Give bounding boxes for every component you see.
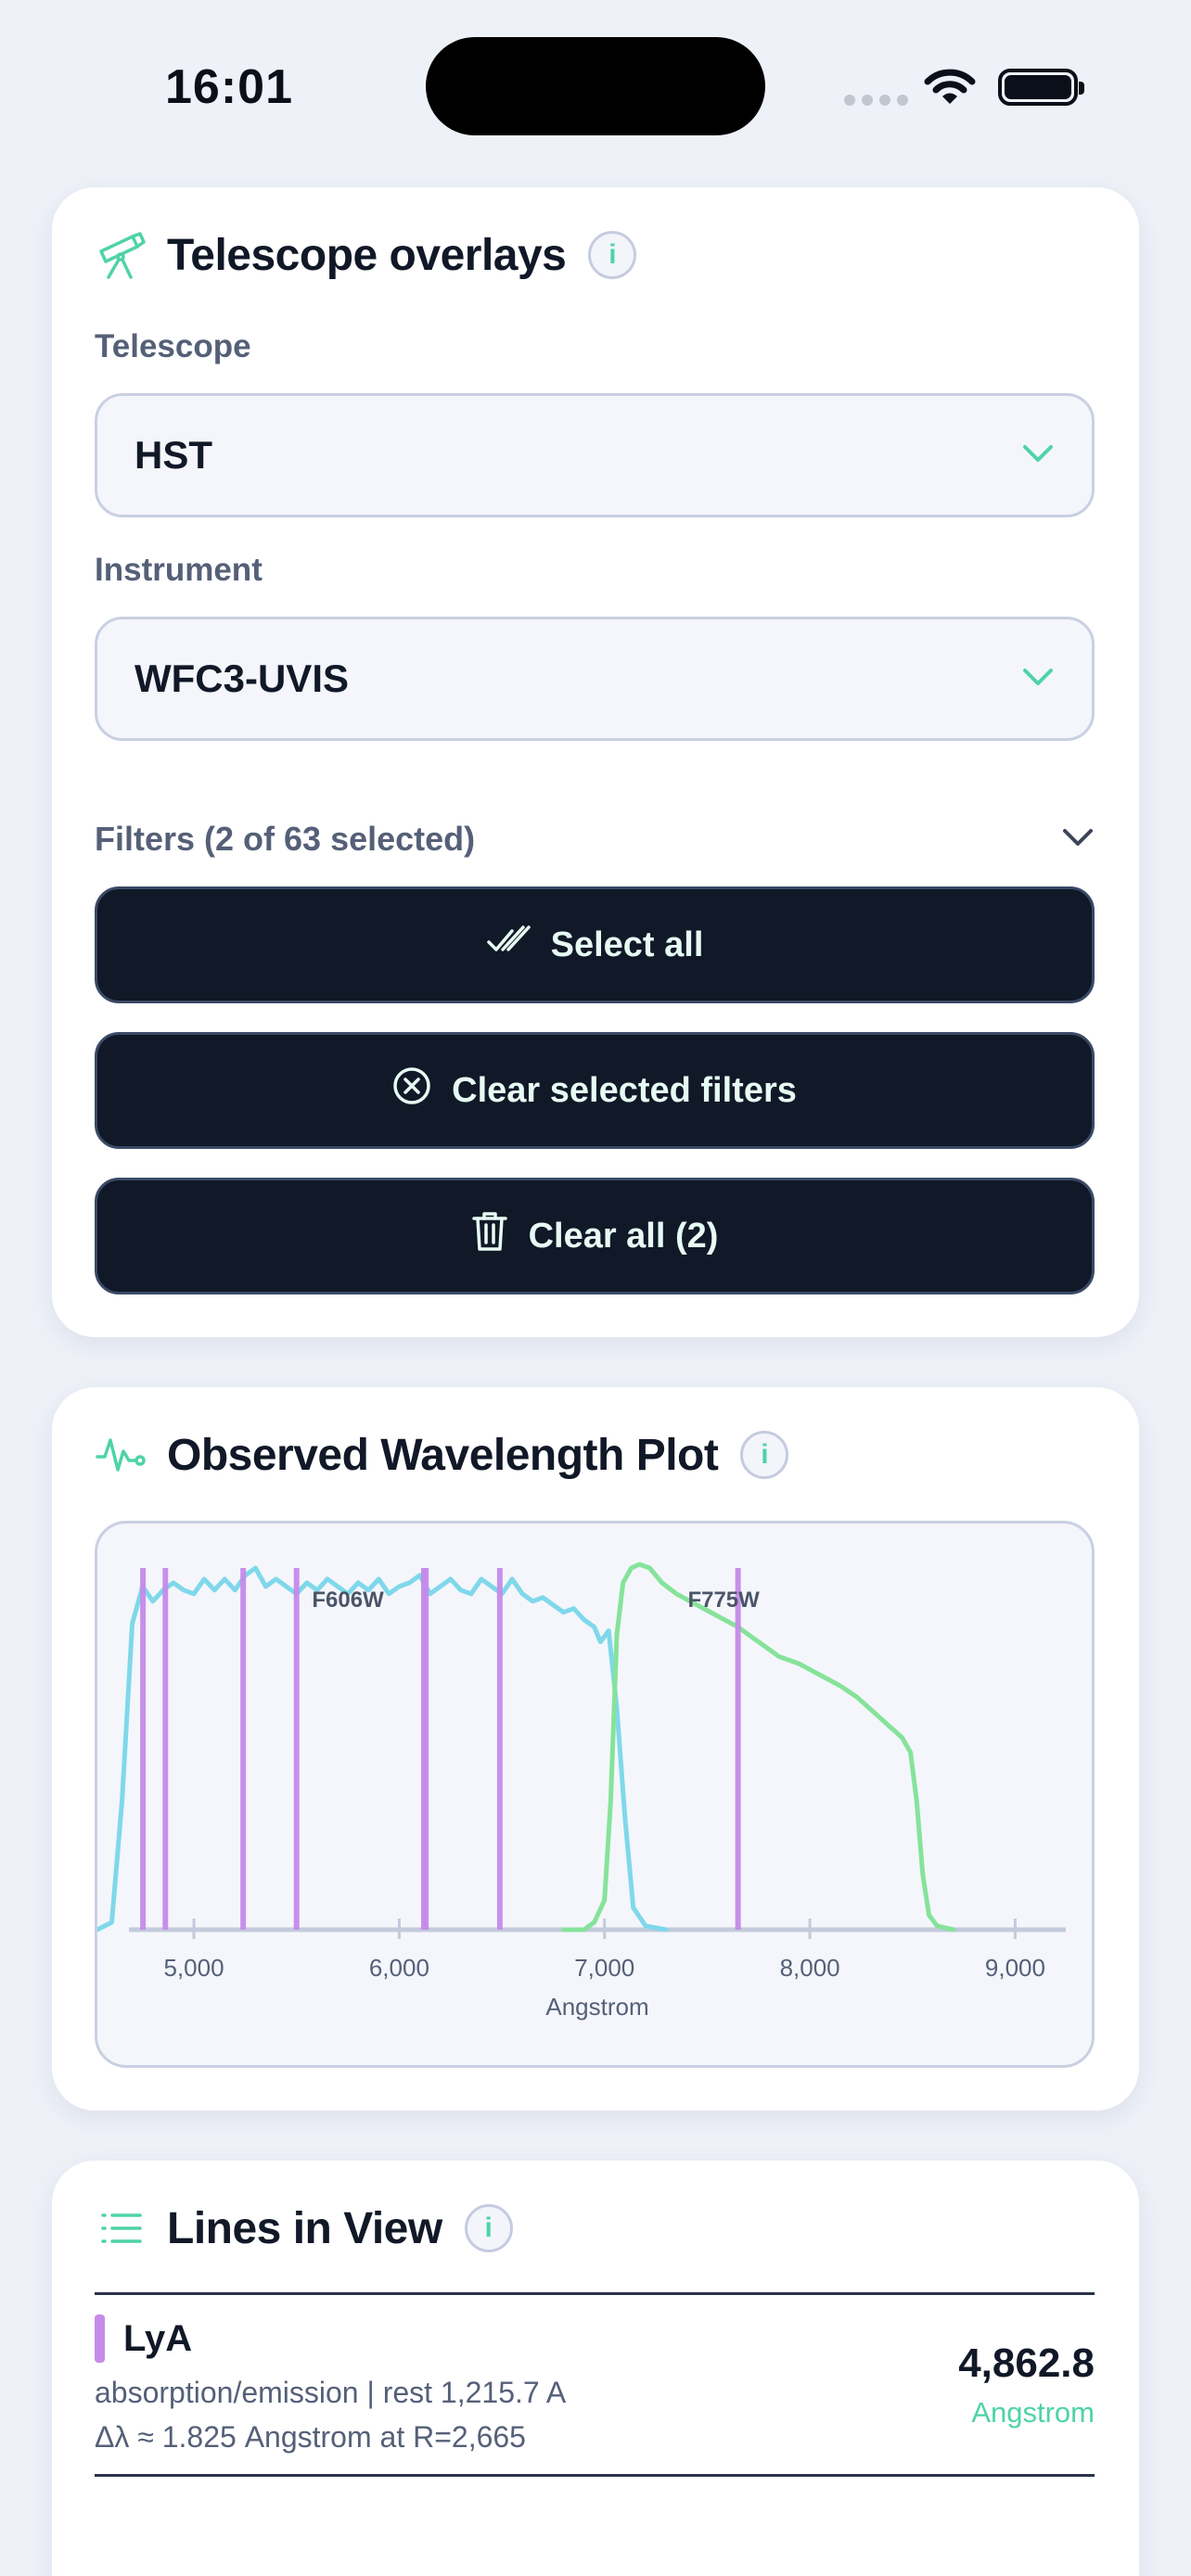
telescope-card-header: Telescope overlays i xyxy=(95,228,637,282)
telescope-select-value: HST xyxy=(134,433,212,477)
lines-divider xyxy=(95,2292,1095,2295)
chevron-down-icon xyxy=(1061,826,1095,853)
clear-all-label: Clear all (2) xyxy=(528,1216,719,1256)
filters-toggle[interactable]: Filters (2 of 63 selected) xyxy=(95,820,1095,859)
filter-annotation: F775W xyxy=(687,1588,760,1613)
telescope-card-title: Telescope overlays xyxy=(167,230,567,280)
filter-annotation: F606W xyxy=(312,1588,384,1613)
list-icon xyxy=(95,2201,148,2255)
plot-card-header: Observed Wavelength Plot i xyxy=(95,1428,789,1482)
select-all-label: Select all xyxy=(550,925,704,964)
line-meta-resolution: Δλ ≈ 1.825 Angstrom at R=2,665 xyxy=(95,2420,526,2454)
battery-icon xyxy=(998,69,1084,106)
wavelength-chart[interactable]: 5,000 6,000 7,000 8,000 9,000 Angstrom F606W F7… xyxy=(97,1524,1095,2068)
x-tick-label: 7,000 xyxy=(574,1954,634,1982)
lines-info-button[interactable]: i xyxy=(464,2204,513,2252)
x-tick-label: 5,000 xyxy=(163,1954,224,1982)
telescope-label: Telescope xyxy=(95,328,251,364)
x-axis-label: Angstrom xyxy=(545,1993,648,2021)
status-bar: 16:01 xyxy=(0,0,1191,167)
line-observed-unit: Angstrom xyxy=(971,2396,1095,2429)
lines-card-title: Lines in View xyxy=(167,2203,442,2253)
instrument-select-value: WFC3-UVIS xyxy=(134,657,349,700)
activity-icon xyxy=(95,1428,148,1482)
lines-divider xyxy=(95,2474,1095,2477)
dynamic-island xyxy=(426,37,765,135)
cellular-signal-icon xyxy=(844,95,908,106)
trash-icon xyxy=(471,1210,508,1262)
line-color-swatch xyxy=(95,2315,105,2363)
select-all-button[interactable]: Select all xyxy=(95,886,1095,1003)
telescope-info-button[interactable]: i xyxy=(588,231,637,279)
wavelength-plot-frame[interactable]: 5,000 6,000 7,000 8,000 9,000 Angstrom F606W F7… xyxy=(95,1521,1095,2068)
status-time: 16:01 xyxy=(165,60,293,114)
x-tick-label: 6,000 xyxy=(369,1954,429,1982)
instrument-select[interactable]: WFC3-UVIS xyxy=(95,617,1095,741)
line-name: LyA xyxy=(123,2317,193,2359)
plot-card-title: Observed Wavelength Plot xyxy=(167,1430,719,1480)
observed-wavelength-plot-card: Observed Wavelength Plot i 5,000 6,000 7,0… xyxy=(52,1387,1139,2111)
line-name-row: LyA xyxy=(95,2315,192,2363)
telescope-select[interactable]: HST xyxy=(95,393,1095,517)
chevron-down-icon xyxy=(1021,442,1055,469)
lines-card-header: Lines in View i xyxy=(95,2201,513,2255)
clear-selected-label: Clear selected filters xyxy=(452,1070,797,1110)
chevron-down-icon xyxy=(1021,666,1055,693)
telescope-overlays-card: Telescope overlays i Telescope HST Instr… xyxy=(52,187,1139,1337)
x-tick-label: 9,000 xyxy=(985,1954,1045,1982)
wifi-icon xyxy=(924,67,976,112)
circle-x-icon xyxy=(392,1066,431,1115)
telescope-icon xyxy=(95,228,148,282)
x-tick-label: 8,000 xyxy=(780,1954,840,1982)
series-line-f606w xyxy=(97,1565,669,1932)
line-meta-type: absorption/emission | rest 1,215.7 A xyxy=(95,2376,567,2409)
plot-info-button[interactable]: i xyxy=(740,1431,789,1479)
clear-selected-filters-button[interactable]: Clear selected filters xyxy=(95,1032,1095,1149)
lines-in-view-card: Lines in View i LyA absorption/emission … xyxy=(52,2161,1139,2576)
double-check-icon xyxy=(486,924,531,966)
filters-label: Filters (2 of 63 selected) xyxy=(95,820,476,858)
line-observed-value: 4,862.8 xyxy=(958,2340,1095,2386)
instrument-label: Instrument xyxy=(95,552,263,588)
clear-all-button[interactable]: Clear all (2) xyxy=(95,1178,1095,1294)
